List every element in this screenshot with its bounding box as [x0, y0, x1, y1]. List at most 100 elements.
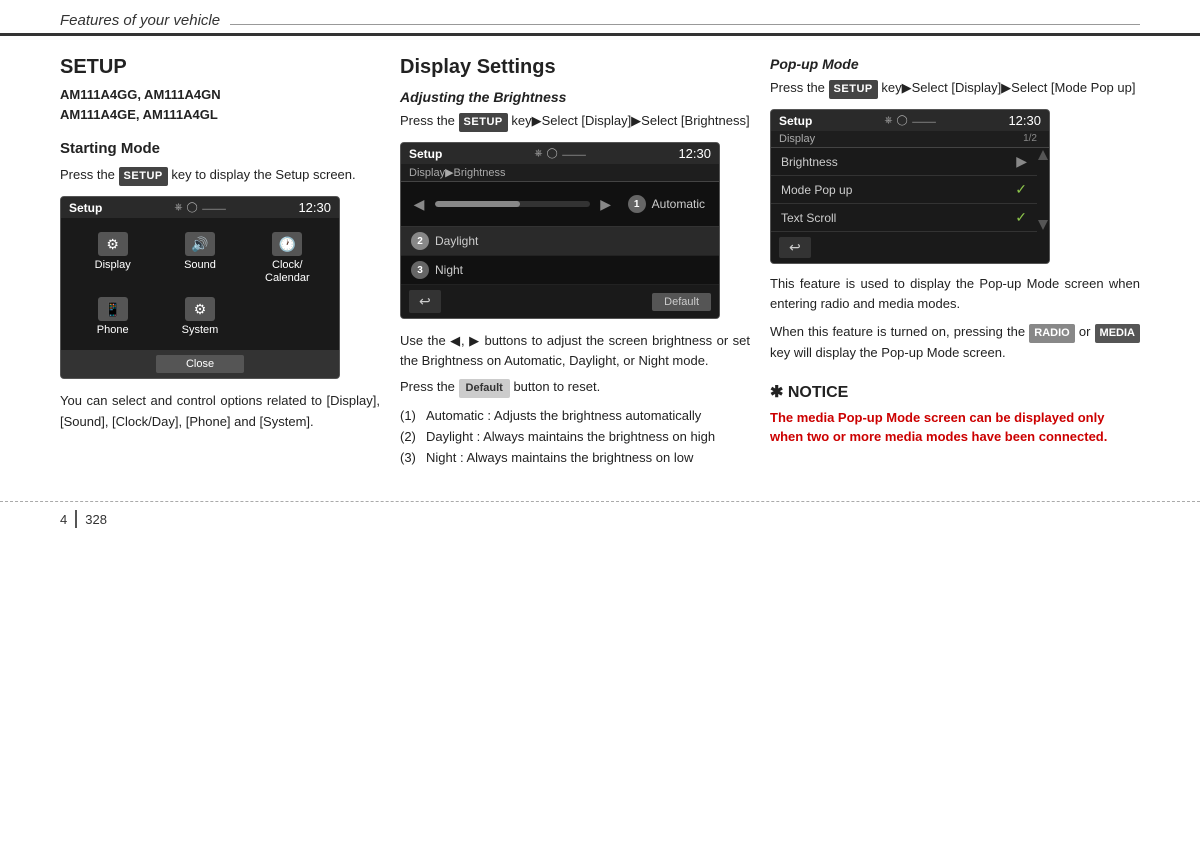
bluetooth-icon2: ⎈ — [535, 148, 543, 159]
screen3-title: Setup — [779, 114, 812, 128]
clock-icon: 🕐 — [272, 232, 302, 256]
screen3-time: 12:30 — [1008, 113, 1041, 128]
starting-mode-text: Press the SETUP key to display the Setup… — [60, 165, 380, 186]
setup-menu-grid: ⚙ Display 🔊 Sound 🕐 Clock/Calendar 📱 Pho… — [61, 218, 339, 350]
you-can-text: You can select and control options relat… — [60, 391, 380, 431]
notice-text: The media Pop-up Mode screen can be disp… — [770, 408, 1140, 447]
mode-popup-check-icon: ✓ — [1015, 181, 1027, 198]
scrollbar-up-icon[interactable] — [1038, 150, 1048, 160]
setup-subtitle: AM111A4GG, AM111A4GN AM111A4GE, AM111A4G… — [60, 85, 380, 124]
popup-footer: ↩ — [771, 232, 1049, 263]
popup-body: Brightness ▶ Mode Pop up ✓ Text Scroll ✓ — [771, 148, 1049, 232]
display-settings-title: Display Settings — [400, 56, 750, 79]
menu-item-empty — [244, 291, 331, 342]
adjusting-brightness-heading: Adjusting the Brightness — [400, 89, 750, 105]
list-item-1: (1) Automatic : Adjusts the brightness a… — [400, 408, 750, 423]
usb-icon3: ⸻ — [912, 113, 937, 128]
page-indicator: 1/2 — [1023, 133, 1041, 145]
screen1-time: 12:30 — [298, 200, 331, 215]
default-btn-inline: Default — [459, 379, 510, 398]
list-item-3: (3) Night : Always maintains the brightn… — [400, 450, 750, 465]
option-num-1: 1 — [628, 195, 646, 213]
list-items: (1) Automatic : Adjusts the brightness a… — [400, 408, 750, 465]
close-button[interactable]: Close — [156, 355, 244, 373]
col-left: SETUP AM111A4GG, AM111A4GN AM111A4GE, AM… — [60, 56, 400, 471]
popup-menu-list: Brightness ▶ Mode Pop up ✓ Text Scroll ✓ — [771, 148, 1037, 232]
footer-page: 328 — [85, 512, 107, 527]
brightness-body: ◀ ▶ 1 Automatic 2 Daylight 3 Nigh — [401, 182, 719, 318]
default-button[interactable]: Default — [652, 293, 711, 311]
phone-icon: 📱 — [98, 297, 128, 321]
night-option[interactable]: 3 Night — [401, 256, 719, 285]
setup-button-label-left: SETUP — [119, 167, 168, 186]
screen2-time: 12:30 — [678, 146, 711, 161]
screen1-icons: ⎈ ◯ ⸻ — [175, 200, 227, 215]
setup-close-bar: Close — [61, 350, 339, 378]
footer-divider — [75, 510, 77, 528]
brightness-screen: Setup ⎈ ◯ ⸻ 12:30 Display▶Brightness ◀ ▶ — [400, 142, 720, 319]
display-icon: ⚙ — [98, 232, 128, 256]
brightness-footer: ↩ Default — [401, 285, 719, 318]
system-icon: ⚙ — [185, 297, 215, 321]
circle-icon2: ◯ — [547, 148, 558, 159]
footer-number: 4 — [60, 512, 67, 527]
screen2-header: Setup ⎈ ◯ ⸻ 12:30 — [401, 143, 719, 164]
usb-icon2: ⸻ — [562, 146, 587, 161]
daylight-option[interactable]: 2 Daylight — [401, 227, 719, 256]
brightness-bar — [435, 201, 590, 207]
feature-text: This feature is used to display the Pop-… — [770, 274, 1140, 314]
automatic-option[interactable]: 1 Automatic — [622, 192, 711, 216]
brightness-slider-row: ◀ ▶ 1 Automatic — [401, 182, 719, 227]
screen3-icons: ⎈ ◯ ⸻ — [885, 113, 937, 128]
screen3-header: Setup ⎈ ◯ ⸻ 12:30 — [771, 110, 1049, 131]
header-title: Features of your vehicle — [60, 12, 220, 29]
when-text: When this feature is turned on, pressing… — [770, 322, 1140, 363]
media-button-label: MEDIA — [1095, 324, 1140, 343]
brightness-right-arrow[interactable]: ▶ — [596, 196, 616, 213]
screen2-title: Setup — [409, 147, 442, 161]
setup-title: SETUP — [60, 56, 380, 79]
menu-item-display[interactable]: ⚙ Display — [69, 226, 156, 291]
brightness-bar-fill — [435, 201, 520, 207]
bluetooth-icon: ⎈ — [175, 202, 183, 213]
circle-icon3: ◯ — [897, 115, 908, 126]
popup-screen: Setup ⎈ ◯ ⸻ 12:30 Display 1/2 Brightness… — [770, 109, 1050, 264]
popup-mode-heading: Pop-up Mode — [770, 56, 1140, 72]
starting-mode-heading: Starting Mode — [60, 140, 380, 157]
option-num-2: 2 — [411, 232, 429, 250]
menu-item-sound[interactable]: 🔊 Sound — [156, 226, 243, 291]
back-button-popup[interactable]: ↩ — [779, 237, 811, 258]
header-bar: Features of your vehicle — [0, 0, 1200, 36]
popup-instruction: Press the SETUP key▶Select [Display]▶Sel… — [770, 78, 1140, 99]
use-buttons-text: Use the ◀, ▶ buttons to adjust the scree… — [400, 331, 750, 371]
bluetooth-icon3: ⎈ — [885, 115, 893, 126]
menu-item-clock[interactable]: 🕐 Clock/Calendar — [244, 226, 331, 291]
main-content: SETUP AM111A4GG, AM111A4GN AM111A4GE, AM… — [0, 36, 1200, 491]
col-right: Pop-up Mode Press the SETUP key▶Select [… — [770, 56, 1140, 471]
notice-title: ✱ NOTICE — [770, 382, 1140, 402]
header-line — [230, 24, 1140, 25]
setup-button-mid: SETUP — [459, 113, 508, 132]
press-default-text: Press the Default button to reset. — [400, 377, 750, 398]
circle-icon: ◯ — [187, 202, 198, 213]
popup-menu-brightness[interactable]: Brightness ▶ — [771, 148, 1037, 176]
popup-menu-mode-popup[interactable]: Mode Pop up ✓ — [771, 176, 1037, 204]
usb-icon: ⸻ — [202, 200, 227, 215]
screen2-subheader: Display▶Brightness — [401, 164, 719, 182]
radio-button-label: RADIO — [1029, 324, 1074, 343]
sound-icon: 🔊 — [185, 232, 215, 256]
screen1-title: Setup — [69, 201, 102, 215]
setup-button-right: SETUP — [829, 80, 878, 99]
menu-item-phone[interactable]: 📱 Phone — [69, 291, 156, 342]
menu-item-system[interactable]: ⚙ System — [156, 291, 243, 342]
popup-menu-text-scroll[interactable]: Text Scroll ✓ — [771, 204, 1037, 232]
brightness-instruction: Press the SETUP key▶Select [Display]▶Sel… — [400, 111, 750, 132]
footer: 4 328 — [0, 501, 1200, 536]
col-mid: Display Settings Adjusting the Brightnes… — [400, 56, 770, 471]
setup-main-screen: Setup ⎈ ◯ ⸻ 12:30 ⚙ Display 🔊 Sound — [60, 196, 340, 379]
brightness-left-arrow[interactable]: ◀ — [409, 196, 429, 213]
list-item-2: (2) Daylight : Always maintains the brig… — [400, 429, 750, 444]
scrollbar-down-icon[interactable] — [1038, 220, 1048, 230]
brightness-arrow-icon: ▶ — [1016, 153, 1027, 170]
back-button-brightness[interactable]: ↩ — [409, 290, 441, 313]
